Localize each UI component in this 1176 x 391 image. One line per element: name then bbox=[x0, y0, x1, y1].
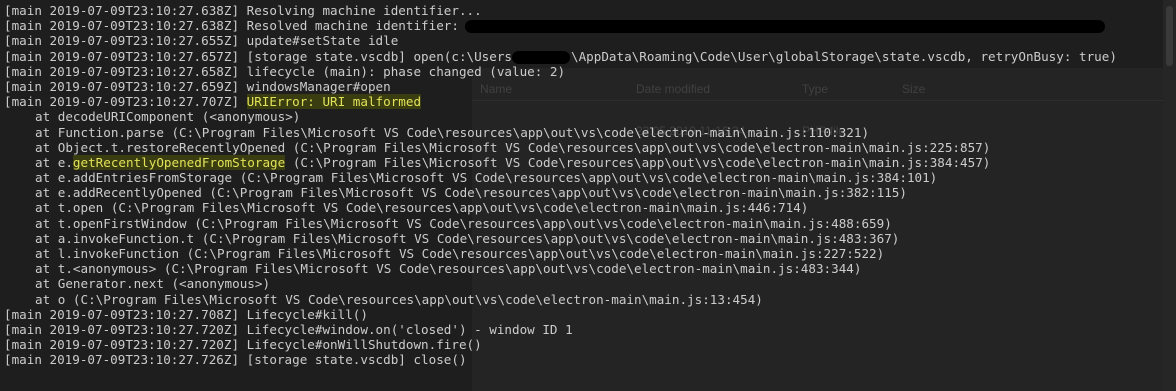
log-prefix: [main 2019-07-09T23:10:27.726Z] bbox=[4, 352, 240, 368]
stack-frame-text: at t.open (C:\Program Files\Microsoft VS… bbox=[35, 200, 809, 216]
stack-frame-text: at o (C:\Program Files\Microsoft VS Code… bbox=[35, 291, 763, 307]
log-text: [storage state.vscdb] open(c:\Users bbox=[246, 48, 513, 64]
stack-frame: at e.addRecentlyOpened (C:\Program Files… bbox=[4, 185, 1117, 200]
redaction-mark bbox=[512, 50, 571, 64]
stack-frame: at a.invokeFunction.t (C:\Program Files\… bbox=[4, 231, 1117, 246]
stack-frame: at Generator.next (<anonymous>) bbox=[4, 276, 1117, 291]
stack-frame-text: at e.addRecentlyOpened (C:\Program Files… bbox=[35, 185, 907, 201]
stack-frame-text: at Generator.next (<anonymous>) bbox=[35, 276, 271, 292]
log-text: windowsManager#open bbox=[246, 78, 391, 94]
log-prefix: [main 2019-07-09T23:10:27.720Z] bbox=[4, 337, 240, 353]
redaction-mark bbox=[464, 20, 1105, 34]
log-prefix: [main 2019-07-09T23:10:27.638Z] bbox=[4, 3, 240, 18]
stack-frame: at t.openFirstWindow (C:\Program Files\M… bbox=[4, 216, 1117, 231]
log-line: [main 2019-07-09T23:10:27.720Z] Lifecycl… bbox=[4, 337, 1117, 352]
stack-frame-text: at t.openFirstWindow (C:\Program Files\M… bbox=[35, 215, 892, 231]
log-line: [main 2019-07-09T23:10:27.655Z] update#s… bbox=[4, 33, 1117, 48]
log-prefix: [main 2019-07-09T23:10:27.657Z] bbox=[4, 48, 240, 64]
log-prefix: [main 2019-07-09T23:10:27.720Z] bbox=[4, 321, 240, 337]
error-message: URIError: URI malformed bbox=[246, 94, 422, 110]
scrollbar-thumb[interactable] bbox=[1166, 6, 1173, 66]
log-text: lifecycle (main): phase changed (value: … bbox=[246, 63, 566, 79]
log-line: [main 2019-07-09T23:10:27.658Z] lifecycl… bbox=[4, 64, 1117, 79]
stack-frame: at Function.parse (C:\Program Files\Micr… bbox=[4, 125, 1117, 140]
stack-frame-text: at decodeURIComponent (<anonymous>) bbox=[35, 109, 301, 125]
stack-frame: at l.invokeFunction (C:\Program Files\Mi… bbox=[4, 246, 1117, 261]
stack-frame: at t.<anonymous> (C:\Program Files\Micro… bbox=[4, 261, 1117, 276]
terminal-window: Name Date modified Type Size PHP file 23… bbox=[0, 0, 1176, 391]
stack-frame-text: (C:\Program Files\Microsoft VS Code\reso… bbox=[285, 154, 991, 170]
log-text: Resolved machine identifier: bbox=[246, 18, 459, 34]
log-text: Lifecycle#kill() bbox=[246, 306, 368, 322]
log-text: Resolving machine identifier... bbox=[246, 3, 482, 18]
log-text: \AppData\Roaming\Code\User\globalStorage… bbox=[571, 48, 1117, 64]
log-line: [main 2019-07-09T23:10:27.659Z] windowsM… bbox=[4, 79, 1117, 94]
log-line: [main 2019-07-09T23:10:27.726Z] [storage… bbox=[4, 352, 1117, 367]
highlighted-function-name: getRecentlyOpenedFromStorage bbox=[72, 154, 286, 170]
terminal-output: [main 2019-07-09T23:10:27.638Z] Resolvin… bbox=[4, 3, 1117, 368]
stack-frame: at decodeURIComponent (<anonymous>) bbox=[4, 109, 1117, 124]
stack-frame-text: at a.invokeFunction.t (C:\Program Files\… bbox=[35, 230, 900, 246]
stack-frame-text: at l.invokeFunction (C:\Program Files\Mi… bbox=[35, 246, 885, 261]
stack-frame-text: at Object.t.restoreRecentlyOpened (C:\Pr… bbox=[35, 139, 991, 155]
stack-frame-text: at t.<anonymous> (C:\Program Files\Micro… bbox=[35, 261, 862, 277]
log-prefix: [main 2019-07-09T23:10:27.708Z] bbox=[4, 306, 240, 322]
log-text: update#setState idle bbox=[246, 33, 399, 49]
log-line: [main 2019-07-09T23:10:27.720Z] Lifecycl… bbox=[4, 322, 1117, 337]
stack-frame: at e.getRecentlyOpenedFromStorage (C:\Pr… bbox=[4, 154, 1117, 170]
stack-frame-text: at Function.parse (C:\Program Files\Micr… bbox=[35, 124, 870, 140]
log-prefix: [main 2019-07-09T23:10:27.707Z] bbox=[4, 94, 240, 110]
log-prefix: [main 2019-07-09T23:10:27.638Z] bbox=[4, 18, 240, 34]
log-prefix: [main 2019-07-09T23:10:27.655Z] bbox=[4, 33, 240, 49]
log-line: [main 2019-07-09T23:10:27.638Z] Resolved… bbox=[4, 18, 1117, 34]
log-line: [main 2019-07-09T23:10:27.657Z] [storage… bbox=[4, 49, 1117, 64]
log-text: Lifecycle#onWillShutdown.fire() bbox=[246, 337, 482, 353]
stack-frame: at o (C:\Program Files\Microsoft VS Code… bbox=[4, 292, 1117, 307]
stack-frame-text: at e. bbox=[35, 154, 73, 170]
stack-frame: at e.addEntriesFromStorage (C:\Program F… bbox=[4, 170, 1117, 185]
stack-frame: at t.open (C:\Program Files\Microsoft VS… bbox=[4, 200, 1117, 215]
stack-frame-text: at e.addEntriesFromStorage (C:\Program F… bbox=[35, 170, 938, 186]
log-prefix: [main 2019-07-09T23:10:27.658Z] bbox=[4, 63, 240, 79]
log-line: [main 2019-07-09T23:10:27.638Z] Resolvin… bbox=[4, 3, 1117, 18]
log-prefix: [main 2019-07-09T23:10:27.659Z] bbox=[4, 78, 240, 94]
log-text: Lifecycle#window.on('closed') - window I… bbox=[246, 321, 573, 337]
log-line: [main 2019-07-09T23:10:27.708Z] Lifecycl… bbox=[4, 307, 1117, 322]
log-line: [main 2019-07-09T23:10:27.707Z] URIError… bbox=[4, 94, 1117, 110]
stack-frame: at Object.t.restoreRecentlyOpened (C:\Pr… bbox=[4, 140, 1117, 155]
vertical-scrollbar[interactable] bbox=[1163, 0, 1176, 391]
log-text: [storage state.vscdb] close() bbox=[246, 352, 467, 368]
